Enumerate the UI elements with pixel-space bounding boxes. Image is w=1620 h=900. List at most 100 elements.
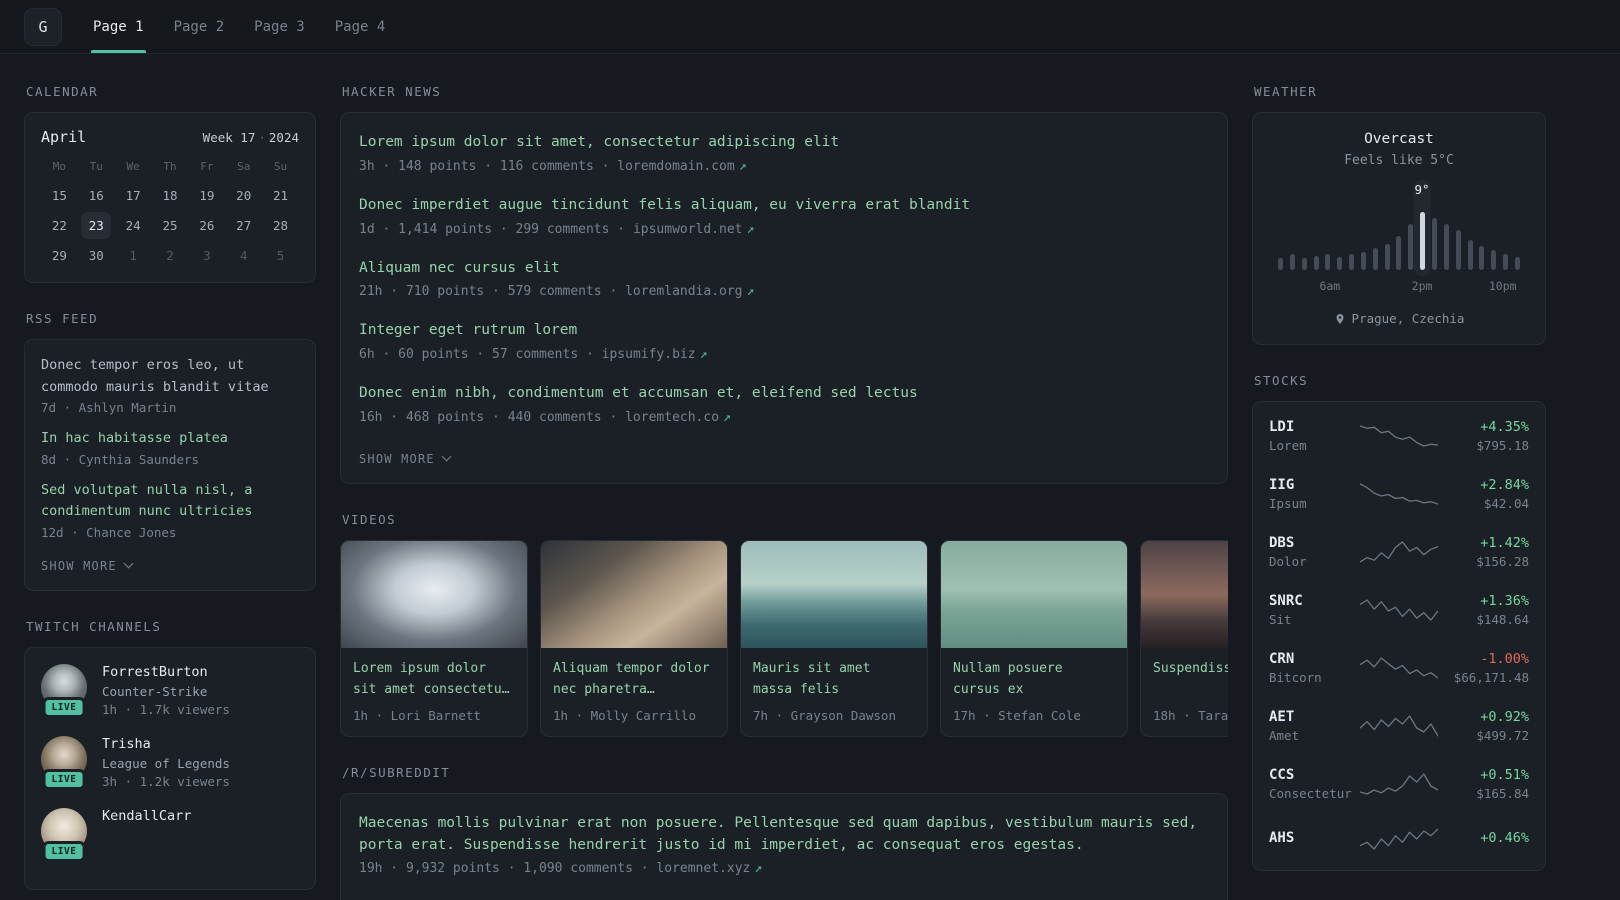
twitch-channel-row[interactable]: LIVE KendallCarr <box>41 807 299 862</box>
video-thumbnail[interactable] <box>341 540 527 648</box>
calendar-date-cell: 29 <box>41 240 78 270</box>
calendar-widget: April Week 17 · 2024 Mo Tu We Th Fr Sa S… <box>24 112 316 283</box>
story-meta: 16h · 468 points · 440 comments · loremt… <box>359 410 1209 425</box>
rss-widget: Donec tempor eros leo, ut commodo mauris… <box>24 339 316 591</box>
hacker-news-item[interactable]: Donec enim nibh, condimentum et accumsan… <box>359 383 1209 425</box>
stock-sparkline <box>1360 538 1438 566</box>
rss-item-title[interactable]: Sed volutpat nulla nisl, a condimentum n… <box>41 480 299 523</box>
channel-avatar-wrap: LIVE <box>41 663 87 718</box>
stock-row[interactable]: DBS Dolor +1.42% $156.28 <box>1269 523 1529 581</box>
calendar-date: 24 <box>125 217 141 233</box>
page-tab[interactable]: Page 4 <box>320 0 401 53</box>
hacker-news-show-more-button[interactable]: SHOW MORE <box>359 452 452 466</box>
twitch-channel-row[interactable]: LIVE ForrestBurton Counter-Strike 1h · 1… <box>41 663 299 718</box>
calendar-date: 17 <box>125 187 141 203</box>
stock-row[interactable]: SNRC Sit +1.36% $148.64 <box>1269 581 1529 639</box>
weather-bar <box>1313 256 1319 270</box>
video-meta: 7h · Grayson Dawson <box>753 707 896 723</box>
location-pin-icon <box>1334 313 1346 325</box>
story-title[interactable]: Donec enim nibh, condimentum et accumsan… <box>359 383 1209 405</box>
weather-bar <box>1360 252 1366 270</box>
calendar-date-cell: 23 <box>78 210 115 240</box>
rss-show-more-button[interactable]: SHOW MORE <box>41 559 134 573</box>
video-title[interactable]: Nullam posuere cursus ex <box>953 659 1115 701</box>
video-thumbnail[interactable] <box>541 540 727 648</box>
video-card[interactable]: Suspendisse diam 18h · Tara <box>1140 539 1228 737</box>
post-title[interactable]: Maecenas mollis pulvinar erat non posuer… <box>359 813 1209 857</box>
calendar-week-label: Week 17 · 2024 <box>203 130 299 145</box>
channel-name[interactable]: KendallCarr <box>102 808 191 824</box>
page-tab[interactable]: Page 1 <box>78 0 159 53</box>
story-domain-link[interactable]: ipsumify.biz <box>602 347 696 362</box>
video-title[interactable]: Mauris sit amet massa felis <box>753 659 915 701</box>
story-domain-link[interactable]: loremtech.co <box>625 410 719 425</box>
post-domain-link[interactable]: loremnet.xyz <box>656 861 750 876</box>
center-column: HACKER NEWS Lorem ipsum dolor sit amet, … <box>340 84 1228 900</box>
stock-sparkline <box>1360 712 1438 740</box>
calendar-date-cell: 21 <box>262 180 299 210</box>
stock-row[interactable]: AHS +0.46% <box>1269 813 1529 865</box>
stocks-widget: LDI Lorem +4.35% $795.18 IIG Ipsum +2.84… <box>1252 401 1546 871</box>
weather-time-label: 6am <box>1319 279 1341 293</box>
story-title[interactable]: Aliquam nec cursus elit <box>359 258 1209 280</box>
hacker-news-item[interactable]: Lorem ipsum dolor sit amet, consectetur … <box>359 132 1209 174</box>
hacker-news-item[interactable]: Donec imperdiet augue tincidunt felis al… <box>359 195 1209 237</box>
stock-row[interactable]: CRN Bitcorn -1.00% $66,171.48 <box>1269 639 1529 697</box>
hacker-news-item[interactable]: Aliquam nec cursus elit 21h · 710 points… <box>359 258 1209 300</box>
live-badge: LIVE <box>42 696 86 718</box>
story-stats: 21h · 710 points · 579 comments · <box>359 284 626 300</box>
video-thumbnail[interactable] <box>741 540 927 648</box>
stock-symbol: AET <box>1269 709 1295 725</box>
rss-feed-item[interactable]: Sed volutpat nulla nisl, a condimentum n… <box>41 480 299 540</box>
stock-identity: DBS Dolor <box>1269 535 1360 569</box>
channel-name[interactable]: ForrestBurton <box>102 664 230 680</box>
calendar-weekday: Tu <box>89 160 103 173</box>
rss-item-meta: 12d · Chance Jones <box>41 524 177 540</box>
stock-numbers: +1.42% $156.28 <box>1438 535 1529 569</box>
stock-symbol: SNRC <box>1269 593 1303 609</box>
story-domain-link[interactable]: loremlandia.org <box>625 284 742 299</box>
stock-identity: CCS Consectetur <box>1269 767 1360 801</box>
calendar-date: 22 <box>51 217 67 233</box>
channel-info: KendallCarr <box>102 808 191 854</box>
twitch-channel-row[interactable]: LIVE Trisha League of Legends 3h · 1.2k … <box>41 735 299 790</box>
channel-name[interactable]: Trisha <box>102 736 230 752</box>
app-logo[interactable]: G <box>24 7 62 46</box>
video-card[interactable]: Aliquam tempor dolor nec pharetra… 1h · … <box>540 539 728 737</box>
story-title[interactable]: Donec imperdiet augue tincidunt felis al… <box>359 195 1209 217</box>
stock-name: Dolor <box>1269 554 1307 569</box>
page-tab[interactable]: Page 3 <box>239 0 320 53</box>
video-card[interactable]: Mauris sit amet massa felis 7h · Grayson… <box>740 539 928 737</box>
stock-row[interactable]: IIG Ipsum +2.84% $42.04 <box>1269 465 1529 523</box>
stock-row[interactable]: AET Amet +0.92% $499.72 <box>1269 697 1529 755</box>
video-thumbnail[interactable] <box>1141 540 1228 648</box>
calendar-date: 18 <box>162 187 178 203</box>
stock-name: Ipsum <box>1269 496 1307 511</box>
story-domain-link[interactable]: ipsumworld.net <box>633 222 743 237</box>
channel-game: League of Legends <box>102 755 230 771</box>
stock-numbers: +4.35% $795.18 <box>1438 419 1529 453</box>
story-domain-link[interactable]: loremdomain.com <box>617 159 734 174</box>
rss-feed-item[interactable]: In hac habitasse platea 8d · Cynthia Sau… <box>41 428 299 467</box>
page-tab[interactable]: Page 2 <box>159 0 240 53</box>
calendar-date-cell: 19 <box>188 180 225 210</box>
story-title[interactable]: Integer eget rutrum lorem <box>359 320 1209 342</box>
stocks-section-title: STOCKS <box>1254 373 1309 388</box>
story-stats: 6h · 60 points · 57 comments · <box>359 347 602 362</box>
stock-row[interactable]: LDI Lorem +4.35% $795.18 <box>1269 407 1529 465</box>
weather-bar <box>1467 240 1473 270</box>
stock-name: Lorem <box>1269 438 1307 453</box>
video-title[interactable]: Suspendisse diam <box>1153 659 1228 701</box>
video-title[interactable]: Lorem ipsum dolor sit amet consectetu… <box>353 659 515 701</box>
stock-row[interactable]: CCS Consectetur +0.51% $165.84 <box>1269 755 1529 813</box>
story-title[interactable]: Lorem ipsum dolor sit amet, consectetur … <box>359 132 1209 154</box>
video-card[interactable]: Lorem ipsum dolor sit amet consectetu… 1… <box>340 539 528 737</box>
rss-item-title[interactable]: In hac habitasse platea <box>41 428 299 450</box>
video-card[interactable]: Nullam posuere cursus ex 17h · Stefan Co… <box>940 539 1128 737</box>
hacker-news-item[interactable]: Integer eget rutrum lorem 6h · 60 points… <box>359 320 1209 362</box>
video-title[interactable]: Aliquam tempor dolor nec pharetra… <box>553 659 715 701</box>
video-thumbnail[interactable] <box>941 540 1127 648</box>
rss-feed-item[interactable]: Donec tempor eros leo, ut commodo mauris… <box>41 355 299 415</box>
rss-item-title[interactable]: Donec tempor eros leo, ut commodo mauris… <box>41 355 299 398</box>
subreddit-post[interactable]: Maecenas mollis pulvinar erat non posuer… <box>359 813 1209 877</box>
